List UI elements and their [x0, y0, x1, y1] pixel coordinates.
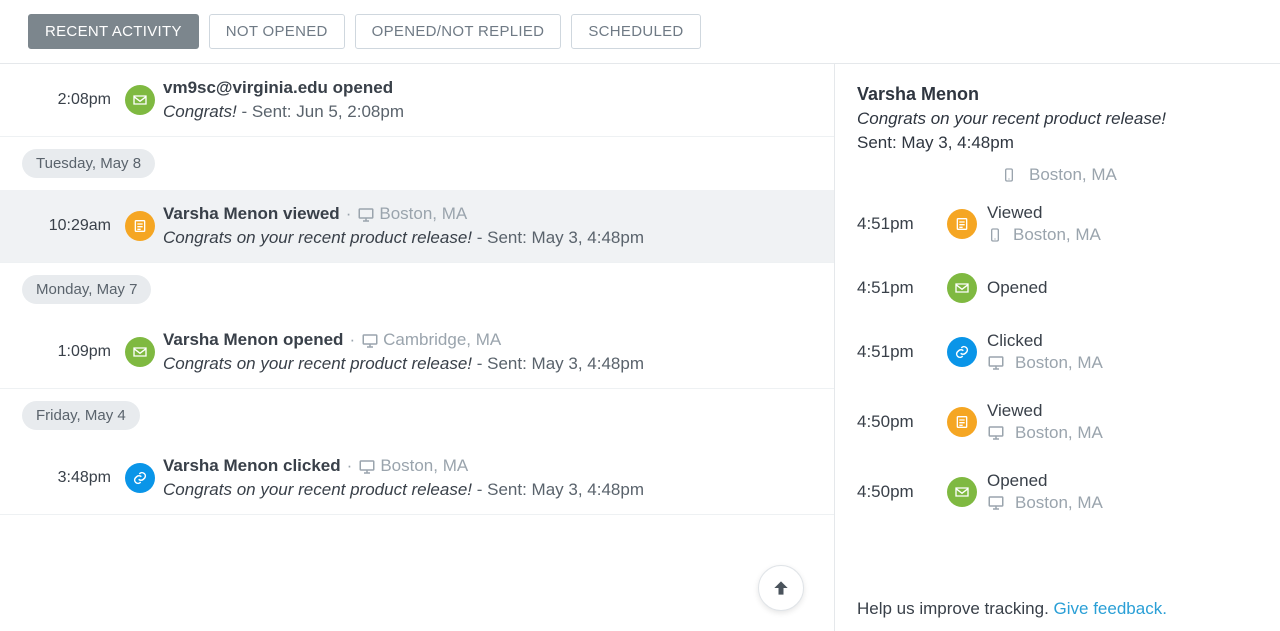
date-pill: Tuesday, May 8	[22, 149, 155, 178]
tab-scheduled[interactable]: SCHEDULED	[571, 14, 700, 49]
detail-event-row[interactable]: 4:50pm ViewedBoston, MA	[857, 387, 1258, 457]
desktop-icon	[987, 424, 1005, 442]
desktop-icon	[357, 206, 375, 224]
activity-feed: 2:08pm vm9sc@virginia.edu opened Congrats!…	[0, 64, 835, 631]
activity-actor: vm9sc@virginia.edu	[163, 78, 328, 97]
activity-action: viewed	[283, 204, 340, 223]
link-icon	[125, 463, 155, 493]
detail-event-action: Opened	[987, 471, 1258, 491]
activity-actor: Varsha Menon	[163, 204, 278, 223]
document-icon	[947, 407, 977, 437]
activity-sent: Sent: Jun 5, 2:08pm	[252, 102, 404, 121]
activity-time: 3:48pm	[22, 469, 117, 487]
detail-event-location: Boston, MA	[1015, 423, 1103, 443]
mobile-icon	[987, 227, 1003, 243]
detail-event-row[interactable]: 4:50pm OpenedBoston, MA	[857, 457, 1258, 527]
feedback-prompt: Help us improve tracking. Give feedback.	[857, 599, 1167, 619]
arrow-up-icon	[771, 578, 791, 598]
document-icon	[125, 211, 155, 241]
activity-action: clicked	[283, 456, 341, 475]
activity-sent: Sent: May 3, 4:48pm	[487, 480, 644, 499]
activity-subject: Congrats on your recent product release!	[163, 480, 472, 499]
detail-event-action: Viewed	[987, 203, 1258, 223]
detail-event-action: Clicked	[987, 331, 1258, 351]
desktop-icon	[987, 354, 1005, 372]
clipped-location: Boston, MA	[1029, 165, 1117, 185]
detail-event-row[interactable]: 4:51pm ClickedBoston, MA	[857, 317, 1258, 387]
date-pill: Friday, May 4	[22, 401, 140, 430]
activity-row[interactable]: 10:29amVarsha Menon viewed·Boston, MACon…	[0, 190, 834, 263]
detail-event-location: Boston, MA	[1015, 353, 1103, 373]
activity-location: Cambridge, MA	[383, 330, 501, 349]
detail-event-action: Viewed	[987, 401, 1258, 421]
document-icon	[947, 209, 977, 239]
clipped-prior-event: Boston, MA	[857, 165, 1258, 185]
activity-sent: Sent: May 3, 4:48pm	[487, 354, 644, 373]
detail-contact-name: Varsha Menon	[857, 84, 1258, 105]
envelope-icon	[125, 337, 155, 367]
activity-row[interactable]: 1:09pmVarsha Menon opened·Cambridge, MAC…	[0, 316, 834, 389]
desktop-icon	[361, 332, 379, 350]
tabs-bar: RECENT ACTIVITY NOT OPENED OPENED/NOT REPL…	[0, 0, 1280, 64]
activity-location: Boston, MA	[380, 456, 468, 475]
activity-row[interactable]: 3:48pmVarsha Menon clicked·Boston, MACon…	[0, 442, 834, 515]
date-pill: Monday, May 7	[22, 275, 151, 304]
date-separator: Friday, May 4	[0, 389, 834, 442]
activity-action: opened	[333, 78, 393, 97]
detail-event-list: 4:51pmViewedBoston, MA4:51pmOpened4:51pm…	[857, 189, 1258, 527]
activity-actor: Varsha Menon	[163, 456, 278, 475]
activity-actor: Varsha Menon	[163, 330, 278, 349]
activity-subject: Congrats on your recent product release!	[163, 228, 472, 247]
envelope-icon	[947, 477, 977, 507]
detail-event-time: 4:51pm	[857, 342, 937, 362]
desktop-icon	[987, 494, 1005, 512]
detail-event-time: 4:51pm	[857, 214, 937, 234]
tab-recent-activity[interactable]: RECENT ACTIVITY	[28, 14, 199, 49]
detail-event-row[interactable]: 4:51pm Opened	[857, 259, 1258, 317]
detail-event-location: Boston, MA	[1015, 493, 1103, 513]
activity-action: opened	[283, 330, 343, 349]
activity-subject: Congrats on your recent product release!	[163, 354, 472, 373]
tab-not-opened[interactable]: NOT OPENED	[209, 14, 345, 49]
activity-time: 1:09pm	[22, 343, 117, 361]
mobile-icon	[1001, 167, 1017, 183]
activity-row[interactable]: 2:08pm vm9sc@virginia.edu opened Congrats!…	[0, 64, 834, 137]
activity-location: Boston, MA	[379, 204, 467, 223]
detail-event-time: 4:51pm	[857, 278, 937, 298]
desktop-icon	[358, 458, 376, 476]
activity-time: 10:29am	[22, 217, 117, 235]
detail-event-time: 4:50pm	[857, 412, 937, 432]
date-separator: Tuesday, May 8	[0, 137, 834, 190]
detail-event-time: 4:50pm	[857, 482, 937, 502]
detail-pane: Varsha Menon Congrats on your recent pro…	[835, 64, 1280, 631]
detail-sent-time: Sent: May 3, 4:48pm	[857, 133, 1258, 153]
detail-subject: Congrats on your recent product release!	[857, 109, 1258, 129]
detail-event-location: Boston, MA	[1013, 225, 1101, 245]
activity-time: 2:08pm	[22, 91, 117, 109]
detail-event-action: Opened	[987, 278, 1258, 298]
activity-sent: Sent: May 3, 4:48pm	[487, 228, 644, 247]
envelope-icon	[125, 85, 155, 115]
activity-subject: Congrats!	[163, 102, 237, 121]
scroll-to-top-button[interactable]	[758, 565, 804, 611]
tab-opened-not-replied[interactable]: OPENED/NOT REPLIED	[355, 14, 562, 49]
envelope-icon	[947, 273, 977, 303]
link-icon	[947, 337, 977, 367]
detail-event-row[interactable]: 4:51pm ViewedBoston, MA	[857, 189, 1258, 259]
give-feedback-link[interactable]: Give feedback.	[1054, 599, 1167, 618]
date-separator: Monday, May 7	[0, 263, 834, 316]
